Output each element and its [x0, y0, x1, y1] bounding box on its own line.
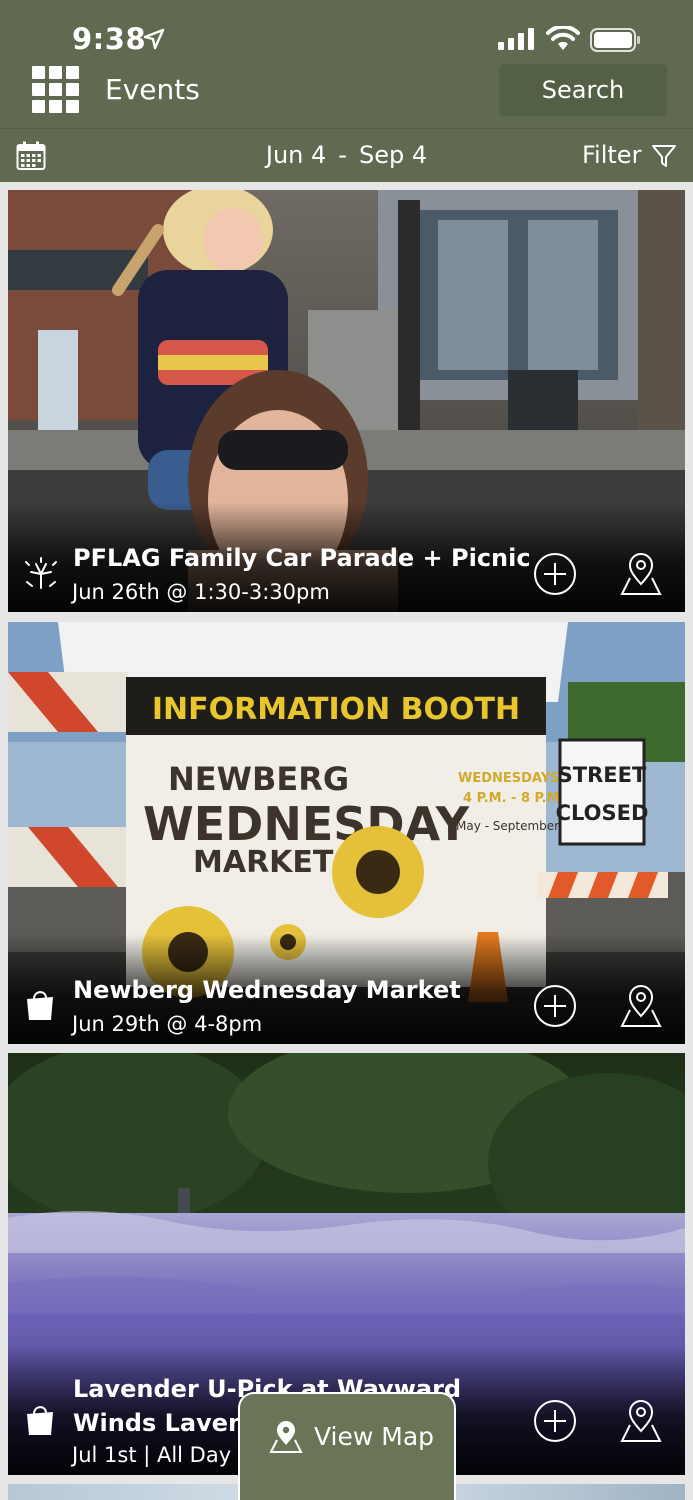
- map-pin-icon[interactable]: [618, 1397, 664, 1443]
- fireworks-icon: [25, 557, 57, 589]
- date-separator: -: [338, 141, 347, 169]
- shopping-bag-icon: [27, 991, 53, 1020]
- status-time: 9:38: [72, 22, 147, 56]
- add-event-icon[interactable]: [533, 1399, 577, 1443]
- view-map-button[interactable]: View Map: [238, 1392, 456, 1500]
- wifi-icon: [546, 26, 580, 50]
- view-map-label: View Map: [314, 1422, 435, 1451]
- event-title: PFLAG Family Car Parade + Picnic: [73, 544, 531, 572]
- event-date: Jul 1st | All Day: [72, 1443, 232, 1467]
- event-card[interactable]: INFORMATION BOOTH NEWBERG WEDNESDAY MARK…: [8, 622, 685, 1044]
- filter-button[interactable]: Filter: [582, 141, 641, 169]
- banner-side-hours: 4 P.M. - 8 P.M.: [463, 791, 565, 806]
- booth-banner-text: INFORMATION BOOTH: [152, 692, 520, 727]
- status-bar: 9:38: [0, 0, 693, 60]
- date-end: Sep 4: [358, 141, 428, 169]
- banner-line-newberg: NEWBERG: [168, 760, 349, 798]
- location-arrow-icon: [143, 28, 165, 50]
- cellular-signal-icon: [498, 28, 534, 50]
- banner-line-wednesday: WEDNESDAY: [143, 797, 470, 851]
- sign-closed: CLOSED: [556, 801, 649, 825]
- add-event-icon[interactable]: [533, 552, 577, 596]
- map-pin-icon[interactable]: [618, 982, 664, 1028]
- event-card[interactable]: PFLAG Family Car Parade + Picnic Jun 26t…: [8, 190, 685, 612]
- filter-funnel-icon[interactable]: [651, 143, 677, 169]
- event-title-line-2: Winds Lavenc: [73, 1409, 260, 1437]
- banner-side-wednesdays: WEDNESDAYS: [458, 771, 560, 786]
- sign-street: STREET: [558, 763, 647, 787]
- event-title: Newberg Wednesday Market: [73, 976, 461, 1004]
- add-event-icon[interactable]: [533, 984, 577, 1028]
- battery-icon: [590, 28, 640, 52]
- banner-line-market: MARKET: [193, 845, 334, 880]
- app-header: 9:38 Events Search: [0, 0, 693, 128]
- page-title: Events: [105, 73, 200, 106]
- event-date: Jun 26th @ 1:30-3:30pm: [72, 580, 330, 604]
- map-pin-icon: [269, 1421, 303, 1453]
- search-button[interactable]: Search: [499, 64, 667, 116]
- event-date: Jun 29th @ 4-8pm: [72, 1012, 263, 1036]
- date-range-bar: Jun 4- Sep 4 Filter: [0, 128, 693, 182]
- map-pin-icon[interactable]: [618, 550, 664, 596]
- grid-menu-icon[interactable]: [32, 66, 80, 114]
- date-start: Jun 4: [265, 141, 327, 169]
- shopping-bag-icon: [27, 1406, 53, 1435]
- banner-side-season: May - September: [456, 819, 559, 833]
